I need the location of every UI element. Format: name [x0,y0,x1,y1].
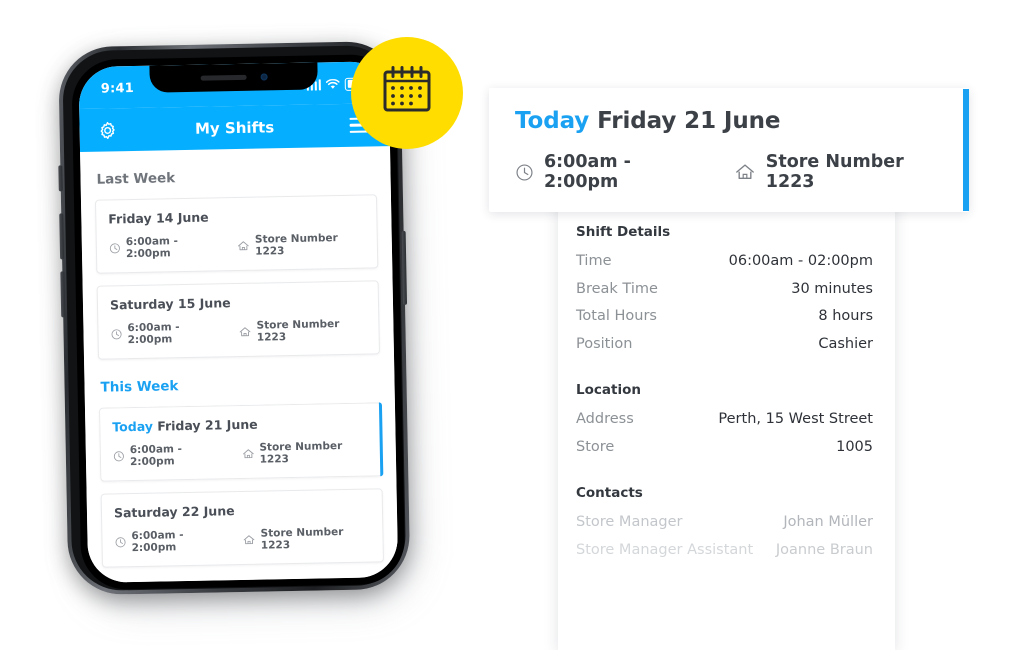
detail-value: Johan Müller [783,514,873,530]
shift-meta: 6:00am - 2:00pm Store Number 1223 [110,318,366,347]
detail-row-break-time: Break Time 30 minutes [576,276,873,304]
detail-row-position: Position Cashier [576,331,873,359]
phone-screen: 9:41 My Shifts Last Week Friday 14 June … [78,61,399,583]
summary-store: Store Number 1223 [734,152,943,192]
list-item[interactable]: Saturday 15 June 6:00am - 2:00pm Store N… [96,280,380,360]
detail-value: 8 hours [818,308,873,324]
shift-date-text: Friday 21 June [157,416,258,434]
detail-value: Joanne Braun [775,541,873,558]
clock-icon [516,163,533,181]
shift-meta: 6:00am - 2:00pm Store Number 1223 [113,440,370,469]
wifi-icon [325,75,340,94]
page-title: My Shifts [194,117,275,138]
shift-meta: 6:00am - 2:00pm Store Number 1223 [109,232,365,261]
shift-time: 6:00am - 2:00pm [110,320,223,346]
shift-details-sheet: Shift Details Time 06:00am - 02:00pm Bre… [558,198,895,650]
shift-time: 6:00am - 2:00pm [109,234,222,260]
shift-date: Saturday 15 June [109,295,231,313]
detail-row-total-hours: Total Hours 8 hours [576,303,873,331]
home-icon [238,241,249,251]
list-item[interactable]: Friday 14 June 6:00am - 2:00pm Store Num… [94,194,379,274]
shift-detail-panel: Shift Details Time 06:00am - 02:00pm Bre… [489,88,969,650]
clock-icon [115,537,126,548]
clock-icon [109,243,120,254]
phone-silent-switch[interactable] [58,165,63,192]
detail-value: 06:00am - 02:00pm [728,253,873,269]
home-icon [239,327,251,337]
section-title-shift-details: Shift Details [576,224,671,240]
clock-icon [111,329,122,340]
home-icon [242,449,254,459]
detail-value: 1005 [836,438,873,455]
shift-time-text: 6:00am - 2:00pm [125,235,179,261]
shift-time-text: 6:00am - 2:00pm [127,321,180,347]
detail-key: Store Manager Assistant [576,541,754,558]
detail-key: Store [576,438,615,455]
detail-key: Position [576,335,633,352]
home-icon [243,535,255,545]
detail-value: Cashier [818,335,873,352]
shift-meta: 6:00am - 2:00pm Store Number 1223 [114,526,370,555]
status-bar-time: 9:41 [100,80,135,97]
detail-value: Perth, 15 West Street [718,411,873,427]
section-heading-this-week: This Week [100,378,179,396]
detail-row-store-manager-assistant: Store Manager Assistant Joanne Braun [576,537,873,565]
summary-date: Friday 21 June [597,108,781,134]
shift-time: 6:00am - 2:00pm [114,528,227,554]
today-badge: Today [112,418,154,435]
shift-store: Store Number 1223 [243,526,371,552]
section-title-contacts: Contacts [576,485,643,501]
summary-title: Today Friday 21 June [515,108,943,134]
app-bar: My Shifts [79,103,390,153]
gear-icon[interactable] [95,118,119,142]
shift-time-text: 6:00am - 2:00pm [129,443,183,469]
shift-store-text: Store Number 1223 [260,526,344,552]
shift-list: Last Week Friday 14 June 6:00am - 2:00pm [80,146,399,583]
today-badge: Today [515,108,590,134]
clock-icon [113,451,124,462]
shift-store-text: Store Number 1223 [259,440,343,466]
phone-frame: 9:41 My Shifts Last Week Friday 14 June … [58,40,411,596]
shift-store: Store Number 1223 [239,318,367,344]
shift-time: 6:00am - 2:00pm [113,442,226,468]
shift-store: Store Number 1223 [237,232,365,258]
shift-date: Friday 14 June [108,209,209,227]
shift-store-text: Store Number 1223 [254,232,338,258]
detail-key: Break Time [576,280,658,297]
phone-bezel: 9:41 My Shifts Last Week Friday 14 June … [62,44,407,592]
summary-meta: 6:00am - 2:00pm Store Number 1223 [515,152,943,192]
shift-date: Today Friday 21 June [112,415,369,435]
phone-notch [149,62,318,93]
summary-store-text: Store Number 1223 [765,152,904,192]
front-camera-icon [260,73,268,81]
phone-volume-up-button[interactable] [59,213,65,260]
calendar-icon [379,64,435,122]
summary-time: 6:00am - 2:00pm [515,152,698,192]
detail-key: Total Hours [576,308,657,324]
detail-row-time: Time 06:00am - 02:00pm [576,248,873,276]
detail-key: Address [576,411,634,427]
detail-row-address: Address Perth, 15 West Street [576,406,873,434]
detail-row-store: Store 1005 [576,434,873,462]
list-item-today[interactable]: Today Friday 21 June 6:00am - 2:00pm Sto… [98,402,383,482]
shift-summary-card[interactable]: Today Friday 21 June 6:00am - 2:00pm Sto… [489,88,969,212]
detail-row-store-manager: Store Manager Johan Müller [576,509,873,537]
shift-time-text: 6:00am - 2:00pm [131,529,184,555]
summary-time-text: 6:00am - 2:00pm [544,152,631,192]
list-item[interactable]: Saturday 22 June 6:00am - 2:00pm Store N… [100,488,384,568]
phone-inner-bezel: 9:41 My Shifts Last Week Friday 14 June … [71,53,406,591]
phone-volume-down-button[interactable] [60,271,66,318]
speaker-grille-icon [200,74,247,81]
calendar-badge [351,37,463,149]
shift-store-text: Store Number 1223 [256,318,340,344]
detail-key: Store Manager [576,514,683,530]
detail-value: 30 minutes [791,280,873,297]
detail-key: Time [576,253,612,269]
home-icon [735,164,754,180]
section-heading-last-week: Last Week [96,170,176,188]
shift-date: Saturday 22 June [113,503,235,521]
section-title-location: Location [576,382,641,398]
shift-store: Store Number 1223 [241,440,370,466]
